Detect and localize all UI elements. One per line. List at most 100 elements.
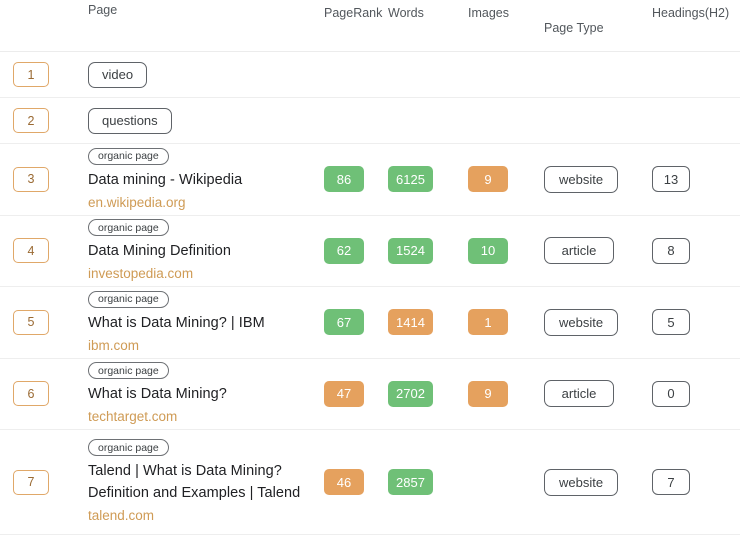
page-cell: organic page What is Data Mining? | IBMib… bbox=[84, 287, 308, 358]
words-cell: 6125 bbox=[382, 166, 464, 192]
page-title[interactable]: What is Data Mining? bbox=[88, 383, 308, 405]
headings-badge: 8 bbox=[652, 238, 690, 264]
page-kind-tag: organic page bbox=[88, 362, 169, 379]
headings-cell: 8 bbox=[648, 238, 740, 264]
page-cell: organic page Data mining - Wikipediaen.wi… bbox=[84, 144, 308, 215]
column-header-words-label: Words bbox=[388, 5, 424, 22]
page-rank-cell: 62 bbox=[308, 238, 382, 264]
images-cell: 9 bbox=[464, 381, 536, 407]
page-metrics-table: Page Page Rank Words Images Page Type He… bbox=[0, 0, 740, 535]
column-header-page-rank-line1: Page bbox=[324, 5, 353, 22]
page-type-cell: website bbox=[536, 166, 648, 193]
page-cell: organic page Data Mining Definitioninvest… bbox=[84, 216, 308, 287]
page-type-cell: website bbox=[536, 309, 648, 336]
page-type-pill: website bbox=[544, 469, 618, 496]
serp-feature-pill[interactable]: questions bbox=[88, 108, 172, 134]
words-cell-badge: 2702 bbox=[388, 381, 433, 407]
rank-badge: 1 bbox=[13, 62, 49, 87]
table-row[interactable]: 2 questions bbox=[0, 98, 740, 144]
column-header-images: Images bbox=[464, 0, 536, 22]
page-title[interactable]: What is Data Mining? | IBM bbox=[88, 312, 308, 334]
page-rank-cell-badge: 86 bbox=[324, 166, 364, 192]
column-header-words: Words bbox=[382, 0, 464, 22]
page-type-pill: article bbox=[544, 380, 614, 407]
table-row[interactable]: 3 organic page Data mining - Wikipediaen.w… bbox=[0, 144, 740, 216]
headings-cell: 5 bbox=[648, 309, 740, 335]
page-type-cell: article bbox=[536, 380, 648, 407]
rank-cell: 4 bbox=[0, 238, 84, 263]
images-cell-badge: 9 bbox=[468, 381, 508, 407]
headings-badge: 13 bbox=[652, 166, 690, 192]
column-header-headings-line1: Headings bbox=[652, 5, 705, 22]
page-url-link[interactable]: ibm.com bbox=[88, 335, 308, 356]
rank-cell: 1 bbox=[0, 62, 84, 87]
page-type-cell: article bbox=[536, 237, 648, 264]
page-title[interactable]: Talend | What is Data Mining? Definition… bbox=[88, 460, 308, 504]
table-header-row: Page Page Rank Words Images Page Type He… bbox=[0, 0, 740, 52]
table-row[interactable]: 1 video bbox=[0, 52, 740, 98]
headings-cell: 7 bbox=[648, 469, 740, 495]
page-type-cell: website bbox=[536, 469, 648, 496]
page-rank-cell-badge: 46 bbox=[324, 469, 364, 495]
page-rank-cell: 67 bbox=[308, 309, 382, 335]
page-kind-tag: organic page bbox=[88, 148, 169, 165]
words-cell: 1524 bbox=[382, 238, 464, 264]
rank-badge: 4 bbox=[13, 238, 49, 263]
table-row[interactable]: 7 organic page Talend | What is Data Minin… bbox=[0, 430, 740, 535]
rank-cell: 6 bbox=[0, 381, 84, 406]
rank-cell: 2 bbox=[0, 108, 84, 133]
page-title[interactable]: Data mining - Wikipedia bbox=[88, 169, 308, 191]
page-kind-tag: organic page bbox=[88, 439, 169, 456]
column-header-page-label: Page bbox=[88, 2, 308, 19]
column-header-headings: Headings (H2) bbox=[648, 0, 740, 22]
words-cell-badge: 1414 bbox=[388, 309, 433, 335]
column-header-page-rank: Page Rank bbox=[308, 0, 382, 22]
words-cell: 2857 bbox=[382, 469, 464, 495]
page-type-pill: website bbox=[544, 309, 618, 336]
rank-badge: 5 bbox=[13, 310, 49, 335]
page-cell: questions bbox=[84, 106, 308, 136]
page-rank-cell-badge: 67 bbox=[324, 309, 364, 335]
table-row[interactable]: 4 organic page Data Mining Definitioninves… bbox=[0, 216, 740, 288]
column-header-page-type: Page Type bbox=[536, 0, 648, 37]
rank-cell: 5 bbox=[0, 310, 84, 335]
page-kind-tag: organic page bbox=[88, 291, 169, 308]
page-type-pill: article bbox=[544, 237, 614, 264]
serp-feature-pill[interactable]: video bbox=[88, 62, 147, 88]
words-cell-badge: 2857 bbox=[388, 469, 433, 495]
rank-cell: 7 bbox=[0, 470, 84, 495]
page-rank-cell: 46 bbox=[308, 469, 382, 495]
page-url-link[interactable]: investopedia.com bbox=[88, 263, 308, 284]
table-row[interactable]: 5 organic page What is Data Mining? | IBMi… bbox=[0, 287, 740, 359]
page-url-link[interactable]: techtarget.com bbox=[88, 406, 308, 427]
page-cell: video bbox=[84, 60, 308, 90]
words-cell: 1414 bbox=[382, 309, 464, 335]
page-rank-cell: 47 bbox=[308, 381, 382, 407]
rank-cell: 3 bbox=[0, 167, 84, 192]
page-rank-cell-badge: 47 bbox=[324, 381, 364, 407]
rank-badge: 3 bbox=[13, 167, 49, 192]
column-header-rank bbox=[0, 0, 84, 5]
page-kind-tag: organic page bbox=[88, 219, 169, 236]
column-header-page-rank-line2: Rank bbox=[353, 5, 382, 22]
words-cell-badge: 1524 bbox=[388, 238, 433, 264]
headings-cell: 13 bbox=[648, 166, 740, 192]
words-cell: 2702 bbox=[382, 381, 464, 407]
rank-badge: 2 bbox=[13, 108, 49, 133]
page-title[interactable]: Data Mining Definition bbox=[88, 240, 308, 262]
column-header-images-label: Images bbox=[468, 5, 509, 22]
table-body: 1 video 2 questions 3 organic page Data mining… bbox=[0, 52, 740, 535]
page-rank-cell: 86 bbox=[308, 166, 382, 192]
page-url-link[interactable]: en.wikipedia.org bbox=[88, 192, 308, 213]
page-url-link[interactable]: talend.com bbox=[88, 505, 308, 526]
page-cell: organic page What is Data Mining?techtarg… bbox=[84, 359, 308, 430]
headings-badge: 5 bbox=[652, 309, 690, 335]
images-cell-badge: 10 bbox=[468, 238, 508, 264]
headings-cell: 0 bbox=[648, 381, 740, 407]
rank-badge: 6 bbox=[13, 381, 49, 406]
rank-badge: 7 bbox=[13, 470, 49, 495]
images-cell-badge: 9 bbox=[468, 166, 508, 192]
page-type-pill: website bbox=[544, 166, 618, 193]
table-row[interactable]: 6 organic page What is Data Mining?techtar… bbox=[0, 359, 740, 431]
headings-badge: 7 bbox=[652, 469, 690, 495]
